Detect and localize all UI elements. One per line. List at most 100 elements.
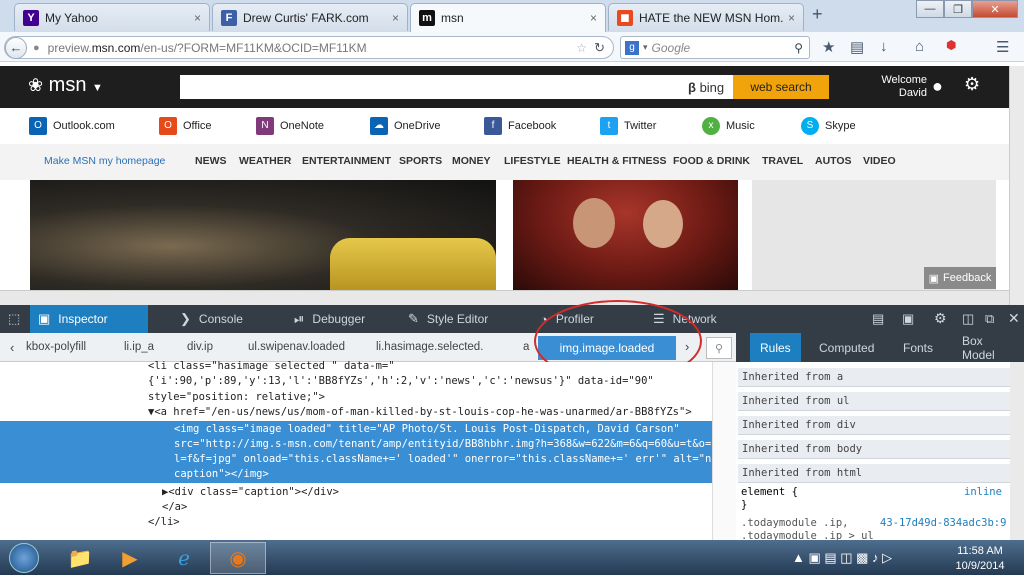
breadcrumb-item[interactable]: li.hasimage.selected. <box>376 341 483 353</box>
tab-computed[interactable]: Computed <box>809 333 884 362</box>
msn-search-input[interactable] <box>180 75 733 99</box>
feedback-button[interactable]: ▣ Feedback <box>924 267 996 289</box>
news-photo-couple[interactable] <box>513 180 738 290</box>
menu-icon[interactable]: ☰ <box>996 38 1009 56</box>
markup-line[interactable]: </a> <box>162 501 187 514</box>
news-photo-crowd[interactable] <box>30 180 496 290</box>
search-icon[interactable]: ⚲ <box>706 337 732 359</box>
rules-scrollbar[interactable] <box>1010 362 1024 540</box>
bookmarks-list-icon[interactable]: ▤ <box>850 38 864 56</box>
nav-weather[interactable]: WEATHER <box>239 155 291 167</box>
start-button[interactable] <box>6 540 42 575</box>
web-search-button[interactable]: web search <box>733 75 829 99</box>
markup-line[interactable]: ▶<div class="caption"></div> <box>162 486 339 499</box>
rule-source[interactable]: inline <box>964 486 1002 499</box>
breadcrumb-item[interactable]: a <box>523 341 529 353</box>
service-office[interactable]: O Office <box>159 117 212 135</box>
bookmark-star-icon[interactable]: ★ <box>822 38 835 56</box>
markup-scrollbar[interactable] <box>712 362 736 540</box>
nav-lifestyle[interactable]: LIFESTYLE <box>504 155 561 167</box>
breadcrumb-item[interactable]: div.ip <box>187 341 213 353</box>
reload-icon[interactable]: ↻ <box>594 40 605 56</box>
gear-icon[interactable]: ⚙ <box>964 74 980 95</box>
breadcrumb-item[interactable]: kbox-polyfill <box>26 341 86 353</box>
download-icon[interactable]: ↓ <box>880 38 888 55</box>
adblock-icon[interactable]: ⬢ <box>946 38 956 52</box>
msn-logo[interactable]: ❀ msn ▼ <box>28 74 103 97</box>
media-player-icon[interactable]: ▶ <box>102 542 158 574</box>
tab-console[interactable]: ❯ Console <box>172 305 272 333</box>
nav-health-fitness[interactable]: HEALTH & FITNESS <box>567 155 667 167</box>
nav-entertainment[interactable]: ENTERTAINMENT <box>302 155 391 167</box>
nav-food-drink[interactable]: FOOD & DRINK <box>673 155 750 167</box>
tab-my-yahoo[interactable]: Y My Yahoo × <box>14 3 210 31</box>
breadcrumb-item[interactable]: ul.swipenav.loaded <box>248 341 345 353</box>
markup-line[interactable]: style="position: relative;"> <box>148 391 325 404</box>
tab-inspector[interactable]: ▣ Inspector <box>30 305 148 333</box>
nav-travel[interactable]: TRAVEL <box>762 155 803 167</box>
close-window-button[interactable]: ✕ <box>972 0 1018 18</box>
url-text[interactable]: preview.msn.com/en-us/?FORM=MF11KM&OCID=… <box>48 41 367 55</box>
nav-news[interactable]: NEWS <box>195 155 227 167</box>
minimize-button[interactable]: — <box>916 0 944 18</box>
maximize-button[interactable]: ❐ <box>944 0 972 18</box>
tab-style-editor[interactable]: ✎ Style Editor <box>400 305 510 333</box>
system-clock[interactable]: 11:58 AM 10/9/2014 <box>950 544 1010 574</box>
rule-source[interactable]: 43-17d49d-834adc3b:9 <box>880 517 1006 530</box>
tab-msn[interactable]: m msn × <box>410 3 606 32</box>
tab-fark[interactable]: F Drew Curtis' FARK.com × <box>212 3 408 31</box>
close-tab-icon[interactable]: × <box>788 11 795 25</box>
service-facebook[interactable]: f Facebook <box>484 117 556 135</box>
chevron-left-icon[interactable]: ‹ <box>10 340 14 355</box>
search-bar[interactable]: g ▾ Google ⚲ <box>620 36 810 59</box>
home-icon[interactable]: ⌂ <box>915 38 924 55</box>
responsive-mode-icon[interactable]: ▣ <box>902 311 914 327</box>
markup-line[interactable]: ▼<a href="/en-us/news/us/mom-of-man-kill… <box>148 406 692 419</box>
close-tab-icon[interactable]: × <box>194 11 201 25</box>
service-twitter[interactable]: t Twitter <box>600 117 656 135</box>
rule-selector[interactable]: .todaymodule .ip, <box>741 517 848 530</box>
new-tab-button[interactable]: + <box>812 4 823 25</box>
element-rule[interactable]: element { <box>741 486 798 499</box>
markup-line[interactable]: src="http://img.s-msn.com/tenant/amp/ent… <box>174 438 724 451</box>
nav-video[interactable]: VIDEO <box>863 155 896 167</box>
firefox-icon[interactable]: ◉ <box>210 542 266 574</box>
service-onenote[interactable]: N OneNote <box>256 117 324 135</box>
markup-line[interactable]: </li> <box>148 516 180 529</box>
file-explorer-icon[interactable]: 📁 <box>52 542 108 574</box>
separate-window-icon[interactable]: ⧉ <box>985 311 994 327</box>
split-console-icon[interactable]: ▤ <box>872 311 884 327</box>
service-outlook[interactable]: O Outlook.com <box>29 117 115 135</box>
tab-debugger[interactable]: ⏯ Debugger <box>286 305 386 333</box>
markup-line[interactable]: {'i':90,'p':89,'y':13,'l':'BB8fYZs','h':… <box>148 375 654 388</box>
service-skype[interactable]: S Skype <box>801 117 856 135</box>
breadcrumb-item[interactable]: li.ip_a <box>124 341 154 353</box>
service-music[interactable]: x Music <box>702 117 755 135</box>
nav-sports[interactable]: SPORTS <box>399 155 442 167</box>
tab-box-model[interactable]: Box Model <box>952 333 1024 362</box>
close-tab-icon[interactable]: × <box>392 11 399 25</box>
chevron-down-icon[interactable]: ▾ <box>643 42 648 53</box>
page-horizontal-scrollbar[interactable] <box>0 290 1009 305</box>
markup-line[interactable]: <li class="hasimage selected " data-m=" <box>148 360 395 373</box>
dock-side-icon[interactable]: ◫ <box>962 311 974 327</box>
nav-autos[interactable]: AUTOS <box>815 155 852 167</box>
bookmark-star-icon[interactable]: ☆ <box>576 41 587 55</box>
service-onedrive[interactable]: ☁ OneDrive <box>370 117 440 135</box>
close-tab-icon[interactable]: × <box>590 11 597 25</box>
internet-explorer-icon[interactable]: ℯ <box>156 542 212 574</box>
url-bar[interactable]: ← ● preview.msn.com/en-us/?FORM=MF11KM&O… <box>4 36 614 59</box>
nav-money[interactable]: MONEY <box>452 155 491 167</box>
tab-hate-msn[interactable]: ◼ HATE the NEW MSN Hom... × <box>608 3 804 31</box>
element-picker-icon[interactable]: ⬚ <box>8 311 20 327</box>
tab-fonts[interactable]: Fonts <box>893 333 943 362</box>
markup-line[interactable]: <img class="image loaded" title="AP Phot… <box>174 423 680 436</box>
tab-rules[interactable]: Rules <box>750 333 801 362</box>
settings-gear-icon[interactable]: ⚙ <box>934 310 947 327</box>
markup-line[interactable]: l=f&f=jpg" onload="this.className+=' loa… <box>174 453 724 466</box>
back-arrow-icon[interactable]: ← <box>5 36 27 59</box>
tray-icons[interactable]: ▲ ▣ ▤ ◫ ▩ ♪ ▷ <box>792 550 892 566</box>
markup-line[interactable]: caption"></img> <box>174 468 269 481</box>
make-homepage-link[interactable]: Make MSN my homepage <box>44 155 165 167</box>
google-icon[interactable]: g <box>625 40 639 55</box>
